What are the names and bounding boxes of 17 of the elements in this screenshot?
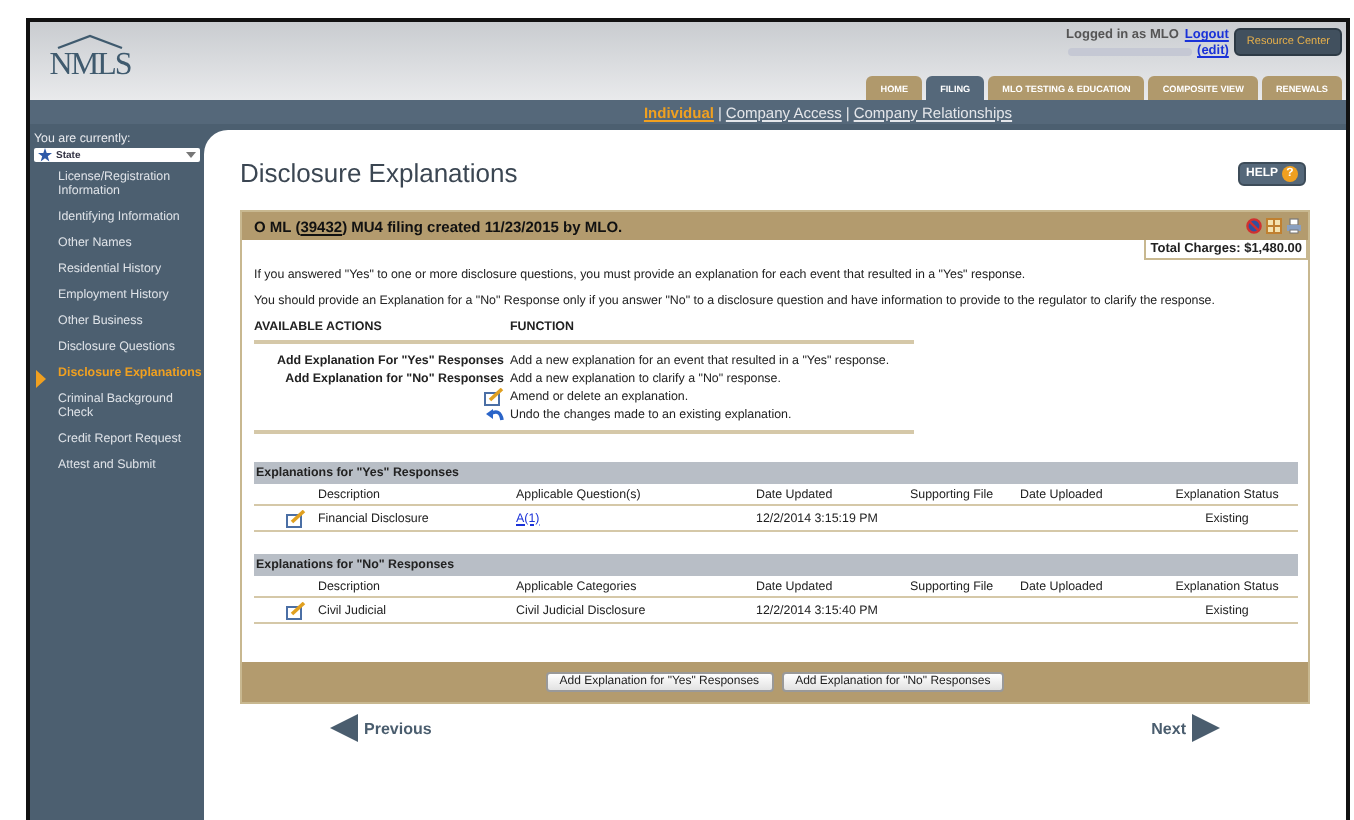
logo-text: NMLS	[49, 50, 131, 82]
page-title: Disclosure Explanations	[240, 158, 518, 188]
roof-icon	[56, 34, 124, 50]
pointer-icon	[36, 370, 46, 388]
edit-icon	[286, 509, 306, 527]
caret-icon	[186, 152, 196, 158]
printer-icon	[1286, 218, 1302, 234]
right-arrow-icon	[1192, 714, 1220, 742]
left-arrow-icon	[330, 714, 358, 742]
no-entry-icon	[1246, 218, 1262, 234]
previous-link[interactable]: Previous	[330, 714, 432, 742]
grid-icon	[1266, 218, 1282, 234]
star-icon	[38, 148, 52, 162]
edit-icon	[484, 388, 504, 406]
edit-icon	[286, 601, 306, 619]
undo-icon	[486, 407, 504, 423]
next-link[interactable]: Next	[1151, 714, 1220, 742]
